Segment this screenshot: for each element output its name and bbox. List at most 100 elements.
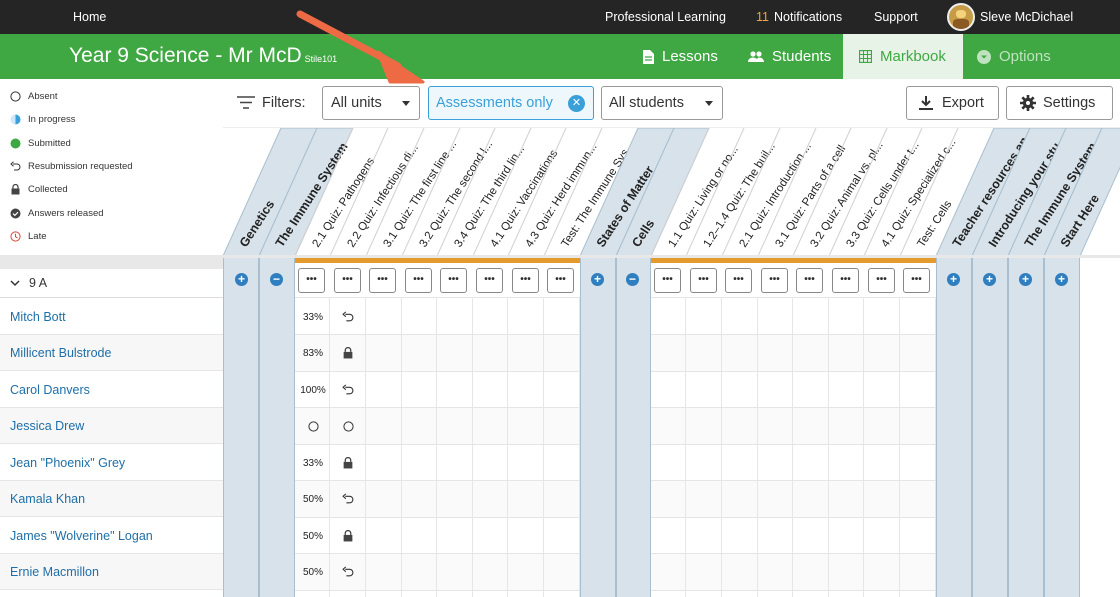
course-header: Year 9 Science - Mr McD Stile101 Lessons … [0, 34, 1120, 79]
document-icon [643, 49, 654, 64]
home-link[interactable]: Home [73, 10, 106, 24]
student-name[interactable]: Kamala Khan [0, 481, 223, 517]
notification-count[interactable]: 11 [756, 10, 769, 24]
units-select[interactable]: All units [322, 86, 420, 120]
expand-unit-icon[interactable]: + [591, 273, 604, 286]
chevron-down-icon [705, 101, 713, 106]
student-name[interactable]: Jean "Phoenix" Grey [0, 445, 223, 481]
grade-cell[interactable]: 50% [295, 481, 331, 517]
unit-progress-bar [651, 258, 936, 263]
legend-label: Submitted [28, 138, 71, 149]
legend-item: Absent [10, 91, 58, 102]
column-menu-button[interactable]: ••• [440, 268, 467, 293]
status-legend: Absent In progress Submitted Resubmissio… [0, 79, 223, 255]
column-menu-button[interactable]: ••• [369, 268, 396, 293]
student-name[interactable]: Mitch Bott [0, 299, 223, 335]
grade-cell[interactable] [330, 408, 366, 444]
legend-label: Late [28, 231, 47, 242]
legend-item: Resubmission requested [10, 161, 133, 172]
clear-filter-icon[interactable]: ✕ [568, 95, 585, 112]
empty-circle-icon [342, 420, 354, 432]
column-menu-button[interactable]: ••• [334, 268, 361, 293]
filters-label: Filters: [262, 95, 306, 111]
column-menu-button[interactable]: ••• [547, 268, 574, 293]
lock-icon [343, 530, 353, 542]
course-title-text: Year 9 Science - Mr McD [69, 44, 302, 67]
class-group-label: 9 A [29, 276, 48, 290]
notifications-link[interactable]: Notifications [774, 10, 842, 24]
collapse-unit-icon[interactable]: − [270, 273, 283, 286]
undo-arrow-icon [342, 311, 354, 322]
student-name[interactable]: Millicent Bulstrode [0, 335, 223, 371]
user-name[interactable]: Sleve McDichael [980, 10, 1073, 24]
column-menu-button[interactable]: ••• [654, 268, 681, 293]
grade-cell[interactable] [330, 335, 366, 371]
column-menu-button[interactable]: ••• [832, 268, 859, 293]
tab-students[interactable]: Students [748, 34, 843, 79]
professional-learning-link[interactable]: Professional Learning [605, 10, 726, 24]
legend-item: Late [10, 231, 47, 242]
settings-button[interactable]: Settings [1006, 86, 1113, 120]
units-select-value: All units [331, 95, 382, 111]
settings-label: Settings [1043, 95, 1096, 111]
column-menu-button[interactable]: ••• [761, 268, 788, 293]
column-menu-button[interactable]: ••• [796, 268, 823, 293]
column-menu-button[interactable]: ••• [725, 268, 752, 293]
student-name[interactable]: Carol Danvers [0, 372, 223, 408]
grade-cell[interactable] [295, 408, 331, 444]
column-menu-button[interactable]: ••• [690, 268, 717, 293]
tab-lessons[interactable]: Lessons [643, 34, 733, 79]
assessments-only-filter[interactable]: Assessments only ✕ [428, 86, 594, 120]
grade-cell[interactable]: 83% [295, 335, 331, 371]
filled-green-circle-icon [10, 138, 21, 149]
grade-cell[interactable] [330, 445, 366, 481]
tab-options[interactable]: Options [977, 34, 1067, 79]
column-menu-button[interactable]: ••• [903, 268, 930, 293]
tab-markbook[interactable]: Markbook [843, 34, 963, 79]
column-menu-button[interactable]: ••• [405, 268, 432, 293]
student-name[interactable]: James "Wolverine" Logan [0, 518, 223, 554]
course-title: Year 9 Science - Mr McD Stile101 [69, 44, 337, 68]
column-menu-button[interactable]: ••• [512, 268, 539, 293]
column-menu-button[interactable]: ••• [298, 268, 325, 293]
legend-label: Collected [28, 184, 68, 195]
unit-band-immune-system-2 [1008, 258, 1044, 597]
grade-cell[interactable]: 50% [295, 518, 331, 554]
grade-cell[interactable]: 33% [295, 299, 331, 335]
divider [0, 255, 223, 269]
lock-icon [11, 184, 20, 195]
students-select[interactable]: All students [601, 86, 723, 120]
unit-band-immune-system [259, 258, 295, 597]
export-button[interactable]: Export [906, 86, 999, 120]
grade-cell[interactable] [330, 299, 366, 335]
legend-item: Submitted [10, 138, 71, 149]
expand-unit-icon[interactable]: + [235, 273, 248, 286]
avatar[interactable] [947, 3, 975, 31]
grade-cell[interactable] [330, 481, 366, 517]
grade-cell[interactable] [330, 554, 366, 590]
tab-markbook-label: Markbook [880, 48, 946, 65]
grade-cell[interactable] [330, 372, 366, 408]
collapse-unit-icon[interactable]: − [626, 273, 639, 286]
student-name[interactable]: Ernie Macmillon [0, 554, 223, 590]
markbook-grid: + − + − + + + + ••• ••• ••• ••• ••• ••• … [223, 258, 1120, 597]
expand-unit-icon[interactable]: + [983, 273, 996, 286]
class-group-row[interactable]: 9 A [0, 269, 223, 298]
unit-band-teacher-resources [936, 258, 972, 597]
column-menu-button[interactable]: ••• [868, 268, 895, 293]
grade-cell[interactable]: 50% [295, 554, 331, 590]
column-menu-button[interactable]: ••• [476, 268, 503, 293]
student-name[interactable]: Jessica Drew [0, 408, 223, 444]
grade-cell[interactable]: 100% [295, 372, 331, 408]
support-link[interactable]: Support [874, 10, 918, 24]
expand-unit-icon[interactable]: + [1019, 273, 1032, 286]
filter-icon [237, 96, 255, 109]
grade-cell[interactable] [330, 518, 366, 554]
grade-cell[interactable]: 33% [295, 445, 331, 481]
unit-band-introducing [972, 258, 1008, 597]
undo-arrow-icon [342, 566, 354, 577]
expand-unit-icon[interactable]: + [1055, 273, 1068, 286]
expand-unit-icon[interactable]: + [947, 273, 960, 286]
column-headers: GeneticsThe Immune System2.1 Quiz: Patho… [223, 128, 1120, 256]
tab-students-label: Students [772, 48, 832, 65]
